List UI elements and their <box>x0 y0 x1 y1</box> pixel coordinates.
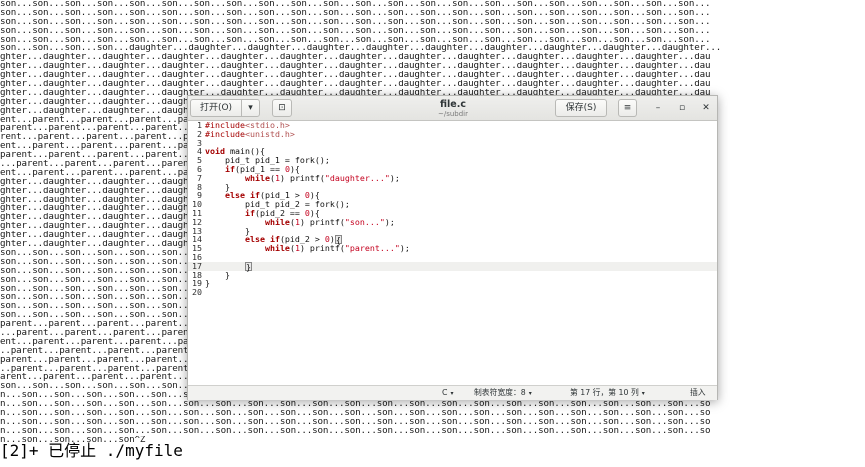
code-token: "parent..." <box>344 243 400 254</box>
code-token: while <box>264 216 290 227</box>
terminal-line: son...son...son...son...son...son...son.… <box>0 0 711 9</box>
chevron-down-icon: ▾ <box>248 103 253 113</box>
maximize-icon: ▫ <box>678 103 686 113</box>
chevron-down-icon: ▾ <box>450 390 454 397</box>
new-document-button[interactable]: ⊡ <box>272 99 292 117</box>
terminal-line: ghter...daughter...daughter...daughter..… <box>0 62 711 72</box>
terminal-line: son...son...son...son...son...son...son.… <box>0 35 711 45</box>
line-number: 20 <box>192 287 202 298</box>
code-token: ) printf( <box>279 172 325 183</box>
code-line[interactable]: 7 while(1) printf("daughter..."); <box>188 173 717 183</box>
terminal-line: ghter...daughter...daughter...daughter..… <box>0 71 711 81</box>
code-token: ) printf( <box>299 216 345 227</box>
terminal-line: son...son...son...son...son...son...son.… <box>0 8 711 18</box>
terminal-job-area: [2]+ 已停止 ./myfile <box>0 441 865 460</box>
open-button[interactable]: 打开(O) <box>190 99 242 117</box>
code-token: ); <box>384 216 395 227</box>
terminal-line: son...son...son...son...son...son...son.… <box>0 26 711 36</box>
close-icon: ✕ <box>702 103 710 113</box>
code-line[interactable]: 12 while(1) printf("son..."); <box>188 216 717 227</box>
window-title: file.c <box>440 99 466 110</box>
code-token: while <box>264 243 290 254</box>
code-line[interactable]: 17 } <box>188 261 717 272</box>
code-line[interactable]: 20 <box>188 288 717 297</box>
tab-width-selector[interactable]: 制表符宽度：8 ▾ <box>474 386 532 401</box>
terminal-line: ghter...daughter...daughter...daughter..… <box>0 80 711 89</box>
cursor-position-label: 第 17 行，第 10 列 <box>570 388 639 397</box>
minimize-icon: – <box>655 103 661 113</box>
language-label: C <box>442 388 448 397</box>
terminal-line: n...son...son...son...son...son...son...… <box>0 426 711 436</box>
maximize-button[interactable]: ▫ <box>675 101 689 115</box>
chevron-down-icon: ▾ <box>528 390 532 397</box>
code-text: #include<unistd.h> <box>205 129 295 139</box>
close-button[interactable]: ✕ <box>699 101 713 115</box>
code-token: <unistd.h> <box>244 128 295 139</box>
code-token: "son..." <box>344 216 385 227</box>
code-text: } <box>205 278 210 288</box>
code-editor[interactable]: 1 #include<stdio.h> 2 #include<unistd.h> 3 4 v… <box>188 121 717 385</box>
code-line[interactable]: 2 #include<unistd.h> <box>188 129 717 139</box>
code-text: while(1) printf("parent..."); <box>205 243 410 253</box>
hamburger-icon: ≡ <box>623 103 632 113</box>
terminal-line: n...son...son...son...son...son...son...… <box>0 408 711 418</box>
open-menu-button[interactable]: ▾ <box>241 99 260 117</box>
code-line[interactable]: 16 <box>188 253 717 262</box>
code-token: #include <box>205 128 245 139</box>
code-token: ) printf( <box>299 243 345 254</box>
code-line[interactable]: 18 } <box>188 270 717 280</box>
code-text: while(1) printf("daughter..."); <box>205 173 400 183</box>
menu-button[interactable]: ≡ <box>618 99 637 117</box>
terminal-job-status: [2]+ 已停止 ./myfile <box>0 441 183 460</box>
code-line[interactable]: 15 while(1) printf("parent..."); <box>188 244 717 253</box>
cursor-position[interactable]: 第 17 行，第 10 列 ▾ <box>570 386 645 401</box>
new-document-icon: ⊡ <box>278 103 286 113</box>
header-bar: 打开(O) ▾ ⊡ file.c ~/subdir 保存(S) ≡ – ▫ ✕ <box>188 96 717 121</box>
code-token: "daughter..." <box>324 172 390 183</box>
terminal-line: son...son...son...son...son...son...son.… <box>0 17 711 27</box>
language-selector[interactable]: C ▾ <box>442 386 453 401</box>
terminal-line: ghter...daughter...daughter...daughter..… <box>0 53 711 63</box>
code-token: ); <box>399 243 410 254</box>
terminal-line: n...son...son...son...son...son...son...… <box>0 400 711 409</box>
bracket-match-highlight: } <box>244 261 252 272</box>
status-bar: C ▾ 制表符宽度：8 ▾ 第 17 行，第 10 列 ▾ 插入 <box>188 385 717 400</box>
chevron-down-icon: ▾ <box>641 390 645 397</box>
save-button[interactable]: 保存(S) <box>555 99 607 117</box>
code-token: while <box>244 172 270 183</box>
terminal-line: n...son...son...son...son...son...son...… <box>0 417 711 427</box>
code-line[interactable]: 19} <box>188 279 717 288</box>
code-token: } <box>205 278 210 289</box>
tab-width-label: 制表符宽度：8 <box>474 388 526 397</box>
code-line[interactable]: 3 <box>188 138 717 148</box>
code-token: ); <box>389 172 400 183</box>
insert-mode-indicator: 插入 <box>690 388 706 397</box>
terminal-line: son...son...son...son...daughter...daugh… <box>0 44 722 54</box>
window-subtitle: ~/subdir <box>437 110 469 118</box>
minimize-button[interactable]: – <box>651 101 665 115</box>
gedit-window[interactable]: 打开(O) ▾ ⊡ file.c ~/subdir 保存(S) ≡ – ▫ ✕ … <box>187 95 718 400</box>
